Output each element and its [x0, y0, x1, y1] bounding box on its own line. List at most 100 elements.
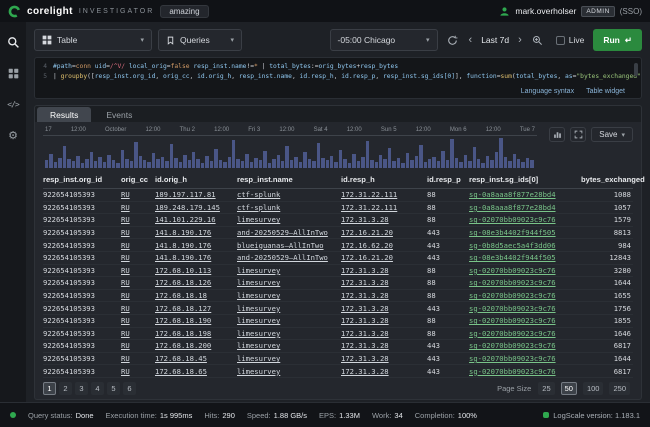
time-range-value[interactable]: Last 7d	[479, 35, 511, 45]
cell-resp_inst.name[interactable]: limesurvey	[237, 304, 341, 313]
cell-resp_inst.name[interactable]: and-20250529—AllInTwo	[237, 253, 341, 262]
save-button[interactable]: Save ▾	[591, 127, 633, 142]
cell-id.orig_h[interactable]: 189.197.117.81	[155, 190, 237, 199]
editor-scrollbar[interactable]	[634, 63, 638, 76]
cell-resp_inst.sg_ids[0][interactable]: sg-0b8d5aec5a4f3dd06	[469, 241, 581, 250]
cell-resp_inst.name[interactable]: limesurvey	[237, 278, 341, 287]
editor-link[interactable]: Table widget	[586, 88, 625, 95]
cell-resp_inst.sg_ids[0][interactable]: sg-02070bb09023c9c76	[469, 329, 581, 338]
live-toggle[interactable]: Live	[553, 35, 588, 45]
cell-resp_inst.name[interactable]: limesurvey	[237, 291, 341, 300]
page-button[interactable]: 2	[59, 382, 72, 395]
cell-orig_cc[interactable]: RU	[121, 329, 155, 338]
cell-id.orig_h[interactable]: 172.68.18.126	[155, 278, 237, 287]
query-editor[interactable]: 4 #path=conn uid=/^V/ local_orig=false r…	[34, 57, 642, 99]
cell-orig_cc[interactable]: RU	[121, 278, 155, 287]
page-size-button[interactable]: 25	[538, 382, 554, 395]
run-button[interactable]: Run ↵	[593, 29, 642, 51]
cell-resp_inst.name[interactable]: limesurvey	[237, 215, 341, 224]
cell-resp_inst.name[interactable]: limesurvey	[237, 367, 341, 376]
cell-resp_inst.sg_ids[0][interactable]: sg-02070bb09023c9c76	[469, 266, 581, 275]
cell-resp_inst.name[interactable]: limesurvey	[237, 354, 341, 363]
cell-resp_inst.sg_ids[0][interactable]: sg-02070bb09023c9c76	[469, 278, 581, 287]
cell-resp_inst.sg_ids[0][interactable]: sg-02070bb09023c9c76	[469, 291, 581, 300]
timezone-select[interactable]: -05:00 Chicago ▾	[330, 29, 438, 51]
cell-id.resp_h[interactable]: 172.31.3.28	[341, 367, 427, 376]
page-size-button[interactable]: 100	[583, 382, 604, 395]
cell-id.resp_h[interactable]: 172.31.22.111	[341, 190, 427, 199]
cell-resp_inst.name[interactable]: ctf-splunk	[237, 190, 341, 199]
cell-id.resp_h[interactable]: 172.16.62.20	[341, 241, 427, 250]
cell-id.resp_h[interactable]: 172.16.21.20	[341, 253, 427, 262]
cell-resp_inst.sg_ids[0][interactable]: sg-02070bb09023c9c76	[469, 316, 581, 325]
chart-toggle-icon[interactable]	[549, 127, 565, 142]
cell-resp_inst.name[interactable]: limesurvey	[237, 329, 341, 338]
cell-id.resp_h[interactable]: 172.31.3.28	[341, 316, 427, 325]
cell-id.orig_h[interactable]: 172.68.10.113	[155, 266, 237, 275]
page-button[interactable]: 5	[107, 382, 120, 395]
cell-resp_inst.name[interactable]: limesurvey	[237, 341, 341, 350]
search-icon[interactable]	[5, 34, 21, 50]
page-size-button[interactable]: 50	[561, 382, 577, 395]
cell-resp_inst.sg_ids[0][interactable]: sg-02070bb09023c9c76	[469, 367, 581, 376]
code-icon[interactable]: </>	[5, 96, 21, 112]
cell-orig_cc[interactable]: RU	[121, 304, 155, 313]
cell-resp_inst.name[interactable]: and-20250529—AllInTwo	[237, 228, 341, 237]
cell-resp_inst.name[interactable]: limesurvey	[237, 316, 341, 325]
column-header[interactable]: id.resp_p	[427, 175, 469, 184]
tab-events[interactable]: Events	[93, 107, 145, 122]
cell-resp_inst.sg_ids[0][interactable]: sg-08e3b4402f944f505	[469, 228, 581, 237]
cell-id.orig_h[interactable]: 172.68.18.190	[155, 316, 237, 325]
column-header[interactable]: id.resp_h	[341, 175, 427, 184]
page-size-button[interactable]: 250	[609, 382, 630, 395]
cell-id.resp_h[interactable]: 172.16.21.20	[341, 228, 427, 237]
cell-id.orig_h[interactable]: 172.68.18.127	[155, 304, 237, 313]
cell-id.resp_h[interactable]: 172.31.3.28	[341, 304, 427, 313]
queries-select[interactable]: Queries ▾	[158, 29, 242, 51]
cell-id.resp_h[interactable]: 172.31.3.28	[341, 291, 427, 300]
cell-id.resp_h[interactable]: 172.31.3.28	[341, 329, 427, 338]
cell-id.resp_h[interactable]: 172.31.3.28	[341, 266, 427, 275]
cell-orig_cc[interactable]: RU	[121, 367, 155, 376]
cell-id.resp_h[interactable]: 172.31.3.28	[341, 278, 427, 287]
column-header[interactable]: id.orig_h	[155, 175, 237, 184]
tab-results[interactable]: Results	[37, 107, 91, 122]
cell-orig_cc[interactable]: RU	[121, 203, 155, 212]
cell-id.resp_h[interactable]: 172.31.3.28	[341, 215, 427, 224]
column-header[interactable]: orig_cc	[121, 175, 155, 184]
cell-orig_cc[interactable]: RU	[121, 341, 155, 350]
cell-resp_inst.sg_ids[0][interactable]: sg-02070bb09023c9c76	[469, 304, 581, 313]
cell-id.orig_h[interactable]: 141.8.190.176	[155, 253, 237, 262]
page-button[interactable]: 3	[75, 382, 88, 395]
cell-orig_cc[interactable]: RU	[121, 190, 155, 199]
cell-id.orig_h[interactable]: 172.68.18.18	[155, 291, 237, 300]
username[interactable]: mark.overholser	[515, 6, 576, 16]
cell-resp_inst.sg_ids[0][interactable]: sg-0a8aaa8f877e28bd4	[469, 190, 581, 199]
cell-orig_cc[interactable]: RU	[121, 215, 155, 224]
cell-resp_inst.sg_ids[0][interactable]: sg-02070bb09023c9c76	[469, 215, 581, 224]
cell-resp_inst.name[interactable]: blueiguanas—AllInTwo	[237, 241, 341, 250]
page-button[interactable]: 1	[43, 382, 56, 395]
cell-id.orig_h[interactable]: 141.8.190.176	[155, 241, 237, 250]
refresh-icon[interactable]	[444, 30, 462, 50]
cell-id.resp_h[interactable]: 172.31.22.111	[341, 203, 427, 212]
cell-resp_inst.name[interactable]: limesurvey	[237, 266, 341, 275]
column-header[interactable]: bytes_exchanged	[581, 175, 647, 184]
cell-id.orig_h[interactable]: 172.68.18.200	[155, 341, 237, 350]
cell-orig_cc[interactable]: RU	[121, 253, 155, 262]
column-header[interactable]: resp_inst.name	[237, 175, 341, 184]
cell-orig_cc[interactable]: RU	[121, 354, 155, 363]
cell-id.orig_h[interactable]: 172.68.18.45	[155, 354, 237, 363]
live-checkbox[interactable]	[556, 36, 565, 45]
page-button[interactable]: 6	[123, 382, 136, 395]
editor-link[interactable]: Language syntax	[521, 88, 574, 95]
column-header[interactable]: resp_inst.sg_ids[0]	[469, 175, 581, 184]
workspace-badge[interactable]: amazing	[160, 5, 208, 18]
cell-resp_inst.sg_ids[0][interactable]: sg-0a8aaa8f877e28bd4	[469, 203, 581, 212]
range-next-icon[interactable]: ›	[517, 34, 523, 46]
cell-orig_cc[interactable]: RU	[121, 241, 155, 250]
cell-id.orig_h[interactable]: 141.101.229.16	[155, 215, 237, 224]
cell-id.orig_h[interactable]: 172.68.18.65	[155, 367, 237, 376]
zoom-in-icon[interactable]	[529, 30, 547, 50]
fullscreen-icon[interactable]	[570, 127, 586, 142]
